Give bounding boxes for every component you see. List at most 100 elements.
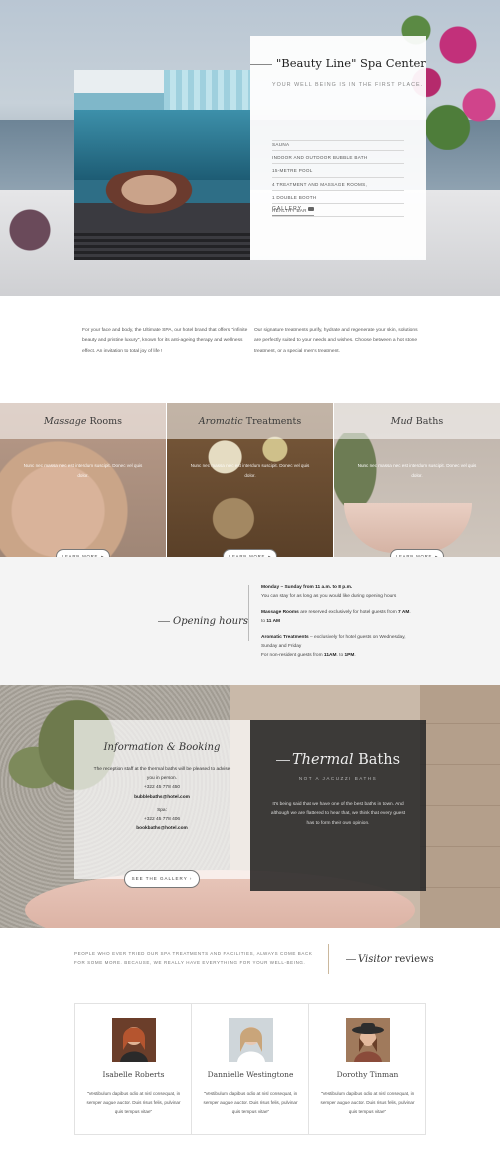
see-gallery-label: SEE THE GALLERY — [131, 876, 188, 881]
gallery-link-label: GALLERY — [272, 206, 302, 212]
service-title: Mud Baths — [334, 416, 500, 427]
phone-number[interactable]: +322 45 778 406 — [92, 815, 232, 824]
hours-general-time: Monday – Sunday from 11 a.m. to 8 p.m. — [261, 585, 353, 590]
service-title-italic: Massage — [43, 416, 87, 427]
spa-label: Spa: — [157, 807, 167, 813]
service-card-aromatic: Aromatic Treatments Nunc nec massa nec e… — [167, 403, 333, 557]
hero-title: "Beauty Line" Spa Center — [250, 56, 426, 70]
hours-nonresident-text: For non-resident guests from — [261, 653, 324, 659]
see-gallery-button[interactable]: SEE THE GALLERY › — [124, 870, 200, 888]
review-card: Dorothy Tinman "Vestibulum dapibus odio … — [309, 1004, 426, 1134]
service-description: Nunc nec massa nec est interdum suscipit… — [23, 463, 143, 478]
hours-nonresident-start: 11AM — [323, 653, 337, 659]
review-quote: "Vestibulum dapibus odio at nisl consequ… — [203, 1091, 298, 1115]
info-booking-body: The reception staff at the thermal baths… — [92, 765, 232, 833]
opening-hours-section: Opening hours Monday – Sunday from 11 a.… — [0, 557, 500, 685]
hours-massage-end: 11 AM — [266, 619, 281, 625]
bathtub-image — [344, 503, 472, 553]
gallery-link[interactable]: GALLERY — [272, 206, 314, 216]
hours-massage: Massage Rooms are reserved exclusively f… — [261, 608, 411, 627]
thermal-subtitle: NOT A JACUZZI BATHS — [298, 776, 378, 781]
pool-water — [74, 110, 250, 180]
info-booking-card: Information & Booking The reception staf… — [74, 720, 250, 879]
info-intro-text: The reception staff at the thermal baths… — [93, 767, 231, 782]
hero-info-card: "Beauty Line" Spa Center YOUR WELL BEING… — [250, 36, 426, 260]
reviews-divider — [328, 944, 329, 974]
reviews-title: Visitor reviews — [346, 954, 434, 965]
email-link[interactable]: bubblebaths@hotel.com — [134, 795, 190, 800]
service-title-italic: Aromatic — [198, 416, 243, 427]
amenity-item: 1 DOUBLE BOOTH — [272, 191, 404, 204]
reviewer-name: Isabelle Roberts — [102, 1070, 165, 1079]
arrow-right-icon: › — [189, 876, 193, 881]
hours-massage-start: 7 AM — [398, 609, 410, 615]
hero-title-text: "Beauty Line" Spa Center — [276, 56, 426, 70]
email-link[interactable]: bookbaths@hotel.com — [136, 826, 188, 831]
hours-aromatic: Aromatic Treatments – exclusively for ho… — [261, 633, 411, 661]
hours-aromatic-label: Aromatic Treatments — [261, 634, 309, 640]
reviewer-name: Dannielle Westingtone — [207, 1070, 294, 1079]
thermal-description: It's being said that we have one of the … — [270, 802, 406, 826]
hours-general: Monday – Sunday from 11 a.m. to 8 p.m. Yo… — [261, 583, 411, 602]
review-quote: "Vestibulum dapibus odio at nisl consequ… — [86, 1091, 181, 1115]
title-dash — [346, 959, 356, 960]
hours-divider — [248, 585, 249, 641]
intro-text-right: Our signature treatments purify, hydrate… — [254, 328, 418, 354]
info-title-amp: & — [163, 742, 179, 753]
intro-text-left: For your face and body, the Ultimate SPA… — [82, 328, 248, 354]
pool-deck — [74, 230, 250, 260]
info-title-a: Information — [103, 742, 164, 753]
avatar — [112, 1018, 156, 1062]
review-card: Isabelle Roberts "Vestibulum dapibus odi… — [75, 1004, 192, 1134]
review-quote: "Vestibulum dapibus odio at nisl consequ… — [320, 1091, 415, 1115]
opening-hours-details: Monday – Sunday from 11 a.m. to 8 p.m. Yo… — [261, 583, 411, 667]
opening-hours-title: Opening hours — [158, 616, 248, 627]
service-title-rest: Rooms — [86, 416, 122, 427]
amenity-item: 15-METRE POOL — [272, 164, 404, 178]
service-title-rest: Treatments — [242, 416, 302, 427]
thermal-baths-card: Thermal Baths NOT A JACUZZI BATHS It's b… — [250, 720, 426, 891]
shrub-image — [0, 200, 60, 260]
amenity-item: 4 TREATMENT AND MASSAGE ROOMS, — [272, 178, 404, 191]
hero-subtitle: YOUR WELL BEING IS IN THE FIRST PLACE. — [272, 82, 424, 88]
info-title-b: Booking — [178, 742, 221, 753]
service-title: Aromatic Treatments — [167, 416, 333, 427]
hours-nonresident-end: 1PM — [344, 653, 355, 659]
service-title: Massage Rooms — [0, 416, 166, 427]
reviews-intro: PEOPLE WHO EVER TRIED OUR SPA TREATMENTS… — [74, 951, 313, 966]
services-section: Massage Rooms Nunc nec massa nec est int… — [0, 403, 500, 557]
opening-hours-title-text: Opening hours — [173, 616, 248, 627]
amenity-item: INDOOR AND OUTDOOR BUBBLE BATH — [272, 151, 404, 165]
title-dash — [158, 621, 170, 622]
title-dash — [275, 759, 290, 761]
service-description: Nunc nec massa nec est interdum suscipit… — [190, 463, 310, 478]
service-description: Nunc nec massa nec est interdum suscipit… — [357, 463, 477, 478]
tile-wall-backdrop — [420, 685, 500, 928]
avatar — [346, 1018, 390, 1062]
hours-massage-label: Massage Rooms — [261, 609, 299, 615]
thermal-title-rest: Baths — [353, 752, 401, 768]
thermal-section: Information & Booking The reception staf… — [0, 685, 500, 928]
camera-icon — [307, 206, 314, 211]
service-title-rest: Baths — [412, 416, 444, 427]
service-card-mud: Mud Baths Nunc nec massa nec est interdu… — [334, 403, 500, 557]
reviews-title-italic: Visitor — [358, 954, 392, 965]
reviews-grid: Isabelle Roberts "Vestibulum dapibus odi… — [74, 1003, 426, 1135]
service-title-italic: Mud — [390, 416, 413, 427]
reviewer-name: Dorothy Tinman — [336, 1070, 399, 1079]
phone-number[interactable]: +322 45 778 450 — [92, 783, 232, 792]
title-dash — [250, 63, 272, 65]
hours-general-note: You can stay for as long as you would li… — [261, 594, 397, 600]
sunbathing-woman — [94, 170, 204, 220]
hours-massage-text: are reserved exclusively for hotel guest… — [298, 609, 399, 615]
amenity-item: SAUNA — [272, 138, 404, 152]
hero-section: "Beauty Line" Spa Center YOUR WELL BEING… — [0, 0, 500, 296]
reviews-title-rest: reviews — [391, 954, 434, 965]
info-booking-title: Information & Booking — [74, 742, 250, 753]
thermal-title: Thermal Baths — [250, 752, 426, 768]
service-card-massage: Massage Rooms Nunc nec massa nec est int… — [0, 403, 166, 557]
pool-photo — [74, 70, 250, 260]
review-card: Dannielle Westingtone "Vestibulum dapibu… — [192, 1004, 309, 1134]
thermal-title-italic: Thermal — [291, 752, 354, 768]
hours-nonresident-period: . — [354, 653, 356, 659]
